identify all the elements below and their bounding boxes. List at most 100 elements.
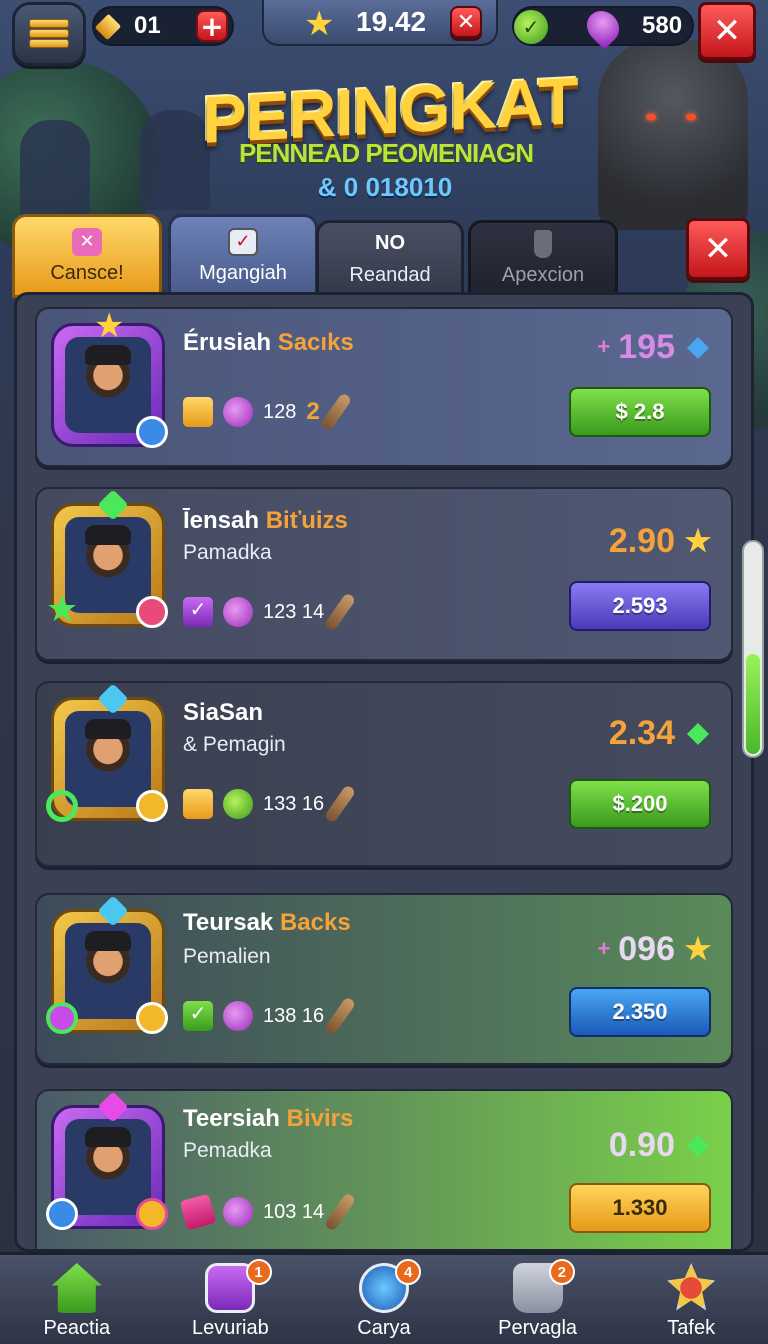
orb-icon xyxy=(223,597,253,627)
page-code: & 0 018010 xyxy=(317,172,453,202)
player-score: +195 ⬥ xyxy=(597,325,713,369)
star-icon: ★ xyxy=(684,524,712,558)
stick-icon xyxy=(323,1192,357,1232)
tab-label: Reandad xyxy=(349,263,431,286)
tab-apexcion[interactable]: Apexcion xyxy=(468,220,618,296)
add-currency-button[interactable]: + xyxy=(196,10,228,43)
list-item[interactable]: ★ Érusiah Sacıks 128 2 +195 ⬥ $ 2.8 xyxy=(35,306,733,467)
row-action-button[interactable]: 1.330 xyxy=(569,1183,711,1233)
avatar xyxy=(46,683,168,822)
avatar-portrait xyxy=(65,923,151,1019)
row-action-button[interactable]: $.200 xyxy=(569,779,711,829)
tab-icon-text: NO xyxy=(375,232,405,254)
menu-button[interactable] xyxy=(12,2,86,66)
player-stats: 128 2 xyxy=(183,392,353,432)
rank-badge-icon xyxy=(136,790,168,822)
avatar-portrait xyxy=(65,711,151,807)
star-icon: ★ xyxy=(94,306,125,346)
avatar xyxy=(46,1091,168,1230)
stick-icon xyxy=(323,784,357,824)
list-item[interactable]: Teursak Backs Pemalien ✓ 138 16 +096 ★ 2.… xyxy=(35,893,733,1065)
avatar-portrait xyxy=(65,1119,151,1215)
player-title: Pemalien xyxy=(183,945,271,968)
page-subtitle: PENNEAD PEOMENIAGN xyxy=(238,138,534,168)
stick-icon xyxy=(323,996,357,1036)
scrollbar[interactable] xyxy=(742,540,764,758)
gold-square-icon xyxy=(183,397,213,427)
checkbox-icon: ✓ xyxy=(228,227,258,256)
avatar: ★ xyxy=(46,489,168,630)
potion-icon xyxy=(534,229,552,258)
orb-icon xyxy=(223,1197,253,1227)
green-orb-icon xyxy=(223,789,253,819)
nav-item-pervagla[interactable]: 2 Pervagla xyxy=(461,1255,615,1344)
leaderboard-panel: ★ Érusiah Sacıks 128 2 +195 ⬥ $ 2.8 ★ Īens… xyxy=(14,292,754,1252)
tab-label: Cansce! xyxy=(50,261,124,284)
orb-icon xyxy=(223,397,253,427)
ribbon-icon: ✕ xyxy=(72,227,102,256)
tab-close-button[interactable]: ✕ xyxy=(686,218,750,280)
top-bar: 01 + ★ 19.42 ✕ ✓ 580 ✕ xyxy=(0,0,768,70)
nav-item-peactia[interactable]: Peactia xyxy=(0,1255,154,1344)
close-button[interactable]: ✕ xyxy=(698,2,756,60)
close-score-button[interactable]: ✕ xyxy=(450,6,482,38)
rank-badge-icon xyxy=(46,1198,78,1230)
purple-check-icon: ✓ xyxy=(183,597,213,627)
tab-cansce[interactable]: ✕ Cansce! xyxy=(12,214,162,298)
notification-badge: 2 xyxy=(548,1259,575,1285)
center-score-value: 19.42 xyxy=(356,6,427,37)
rank-badge-icon xyxy=(136,1002,168,1034)
player-name: Teursak Backs xyxy=(183,909,351,936)
player-title: Pemadka xyxy=(183,1139,272,1162)
pin-icon xyxy=(580,4,626,50)
blue-gem-icon xyxy=(97,683,129,715)
star-icon: ★ xyxy=(684,932,712,966)
tab-bar: ✕ Cansce! ✓ Mgangiah NO Reandad Apexcion… xyxy=(12,214,756,298)
check-coin-icon: ✓ xyxy=(514,10,548,44)
stack-icon xyxy=(29,19,69,49)
green-star-icon: ★ xyxy=(46,589,79,630)
avatar xyxy=(46,895,168,1034)
blue-gem-icon: ⬥ xyxy=(687,330,709,363)
player-score: 2.34 ⬥ xyxy=(609,711,713,755)
green-gem-icon xyxy=(97,489,129,521)
pink-gem-icon xyxy=(97,1091,129,1123)
player-name: SiaSan xyxy=(183,699,264,726)
rank-badge-icon xyxy=(136,416,168,448)
row-action-button[interactable]: $ 2.8 xyxy=(569,387,711,437)
nav-item-carya[interactable]: 4 Carya xyxy=(307,1255,461,1344)
gold-gem-icon xyxy=(94,13,122,41)
avatar: ★ xyxy=(51,306,168,448)
player-name: Īensah Biťuizs xyxy=(183,507,348,534)
list-item[interactable]: ★ Īensah Biťuizs Pamadka ✓ 123 14 2.90 ★ … xyxy=(35,487,733,661)
center-score-pill: ★ 19.42 ✕ xyxy=(262,0,498,46)
rank-badge-icon xyxy=(136,596,168,628)
player-score: 2.90 ★ xyxy=(608,521,712,560)
player-score: +096 ★ xyxy=(597,929,712,968)
list-item[interactable]: Teersiah Bivirs Pemadka 103 14 0.90 ⬥ 1.3… xyxy=(35,1089,733,1249)
avatar-portrait xyxy=(65,337,151,433)
player-name: Teersiah Bivirs xyxy=(183,1105,354,1132)
ring-icon xyxy=(46,790,78,822)
list-item[interactable]: SiaSan & Pemagin 133 16 2.34 ⬥ $.200 xyxy=(35,681,733,867)
currency3-value: 580 xyxy=(642,12,683,39)
emblem-icon xyxy=(667,1263,716,1311)
notification-badge: 4 xyxy=(395,1259,422,1285)
home-icon xyxy=(51,1263,102,1313)
currency1-value: 01 xyxy=(134,12,161,39)
ring-icon xyxy=(46,1002,78,1034)
gold-square-icon xyxy=(183,789,213,819)
player-name: Érusiah Sacıks xyxy=(183,329,354,356)
row-action-button[interactable]: 2.350 xyxy=(569,987,711,1037)
green-gem-icon: ⬥ xyxy=(687,1128,709,1161)
green-gem-icon: ⬥ xyxy=(687,716,709,749)
scrollbar-thumb[interactable] xyxy=(746,654,760,754)
row-action-button[interactable]: 2.593 xyxy=(569,581,711,631)
nav-item-levuriab[interactable]: 1 Levuriab xyxy=(154,1255,308,1344)
player-stats: 103 14 xyxy=(179,1192,357,1232)
star-icon: ★ xyxy=(304,4,335,44)
nav-item-tafek[interactable]: Tafek xyxy=(614,1255,768,1344)
player-stats: ✓ 123 14 xyxy=(183,592,357,632)
tab-mgangiah[interactable]: ✓ Mgangiah xyxy=(168,214,318,298)
tab-reandad[interactable]: NO Reandad xyxy=(316,220,464,296)
